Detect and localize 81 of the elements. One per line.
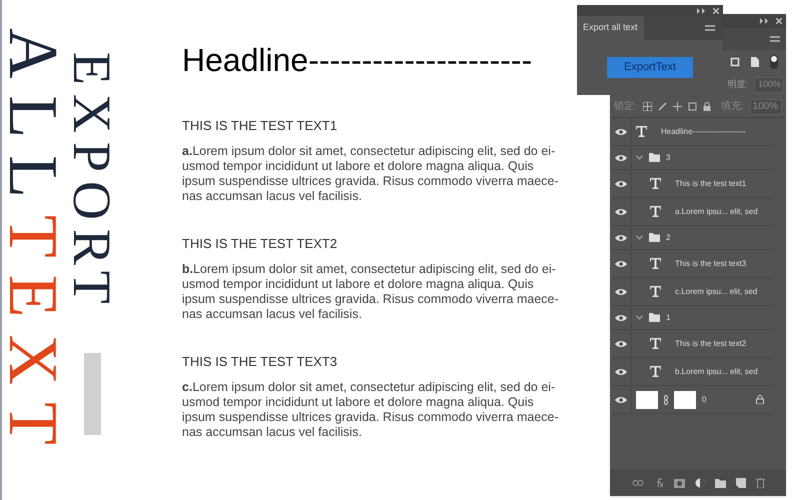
- shape-filter-icon[interactable]: [730, 57, 740, 67]
- eye-icon[interactable]: [614, 234, 626, 242]
- layer-name: 1: [666, 312, 670, 324]
- poster-title: ALL: [4, 28, 60, 216]
- layer-row[interactable]: a.Lorem ipsu... elit, sed: [610, 198, 772, 226]
- close-icon[interactable]: [713, 8, 719, 14]
- layer-name: This is the test text2: [675, 338, 746, 350]
- artboard-icon[interactable]: [688, 102, 697, 111]
- mask-thumbnail: [674, 390, 696, 408]
- layer-name: 0: [702, 394, 708, 406]
- poster-subtitle: EXPORT: [70, 52, 114, 313]
- layer-row[interactable]: This is the test text1: [610, 170, 772, 198]
- smart-object-filter-icon[interactable]: [750, 57, 760, 67]
- eye-icon[interactable]: [614, 180, 626, 188]
- folder-icon: [649, 233, 660, 242]
- eye-icon[interactable]: [614, 208, 626, 216]
- layer-row[interactable]: This is the test text3: [610, 250, 772, 278]
- chevron-icon[interactable]: [636, 155, 643, 160]
- eye-icon[interactable]: [614, 368, 626, 376]
- eye-icon[interactable]: [614, 288, 626, 296]
- chevron-icon[interactable]: [636, 315, 643, 320]
- folder-icon: [649, 153, 660, 162]
- text-layer-icon: [650, 178, 661, 189]
- menu-icon[interactable]: [705, 24, 715, 32]
- new-layer-icon[interactable]: [736, 478, 746, 488]
- chain-icon: [664, 394, 668, 404]
- layer-thumbnail: [636, 390, 658, 408]
- layer-name: This is the test text3: [675, 258, 746, 270]
- text-layer-icon: [636, 126, 647, 137]
- text-layer-icon: [650, 338, 661, 349]
- folder-icon: [649, 313, 660, 322]
- brush-icon[interactable]: [658, 102, 667, 111]
- body-paragraph: b.Lorem ipsum dolor sit amet, consectetur adipiscing elit, sed do ei-usmod tempor incididunt ut labore et dolore magna aliqua. Quis ipsum suspendisse ultrices gravida. Risus commodo viverra maece-nas accumsan lacus vel facilisis.: [182, 262, 560, 322]
- eye-icon[interactable]: [614, 396, 626, 404]
- text-layer-icon: [650, 286, 661, 297]
- layer-row[interactable]: b.Lorem ipsu... elit, sed: [610, 358, 772, 386]
- text-layer-icon: [650, 206, 661, 217]
- trash-icon[interactable]: [756, 478, 764, 488]
- body-paragraph: a.Lorem ipsum dolor sit amet, consectetur adipiscing elit, sed do ei-usmod tempor incididunt ut labore et dolore magna aliqua. Quis ipsum suspendisse ultrices gravida. Risus commodo viverra maece-nas accumsan lacus vel facilisis.: [182, 144, 560, 204]
- layer-name: 3: [666, 152, 670, 164]
- text-layer-icon: [650, 366, 661, 377]
- layer-name: 2: [666, 232, 670, 244]
- mask-icon[interactable]: [674, 478, 684, 488]
- lock-pixels-icon[interactable]: [642, 102, 652, 111]
- text-layer-icon: [650, 258, 661, 269]
- collapse-icon[interactable]: [760, 18, 768, 24]
- layer-row[interactable]: Headline--------------------: [610, 118, 772, 146]
- menu-icon[interactable]: [770, 36, 780, 42]
- body-paragraph: c.Lorem ipsum dolor sit amet, consectetur adipiscing elit, sed do ei-usmod tempor incididunt ut labore et dolore magna aliqua. Quis ipsum suspendisse ultrices gravida. Risus commodo viverra maece-nas accumsan lacus vel facilisis.: [182, 380, 560, 440]
- export-text-button[interactable]: ExportText: [607, 57, 693, 78]
- eye-icon[interactable]: [614, 314, 626, 322]
- eye-icon[interactable]: [614, 128, 626, 136]
- layer-name: Headline--------------------: [661, 126, 746, 138]
- section-heading: THIS IS THE TEST TEXT3: [182, 354, 338, 370]
- layer-name: b.Lorem ipsu... elit, sed: [675, 366, 758, 378]
- headline: Headline---------------------: [182, 41, 534, 80]
- eye-icon[interactable]: [614, 260, 626, 268]
- move-icon[interactable]: [672, 102, 682, 111]
- eye-icon[interactable]: [614, 154, 626, 162]
- adjustment-icon[interactable]: [694, 478, 704, 488]
- link-icon[interactable]: [632, 479, 644, 487]
- layer-name: c.Lorem ipsu... elit, sed: [675, 286, 758, 298]
- section-heading: THIS IS THE TEST TEXT2: [182, 236, 338, 252]
- filter-toggle-icon[interactable]: [770, 55, 778, 69]
- opacity-label: 明度:: [727, 78, 748, 92]
- layer-row[interactable]: 3: [610, 146, 772, 170]
- layer-name: This is the test text1: [675, 178, 746, 190]
- folder-icon[interactable]: [714, 478, 726, 488]
- panel-tab[interactable]: Export all text: [577, 16, 644, 40]
- section-heading: THIS IS THE TEST TEXT1: [182, 118, 338, 134]
- layer-name: a.Lorem ipsu... elit, sed: [675, 206, 758, 218]
- layer-row[interactable]: This is the test text2: [610, 330, 772, 358]
- lock-icon[interactable]: [702, 102, 711, 111]
- layer-row[interactable]: 2: [610, 226, 772, 250]
- close-icon[interactable]: [776, 18, 782, 24]
- layer-row[interactable]: c.Lorem ipsu... elit, sed: [610, 278, 772, 306]
- chevron-icon[interactable]: [636, 235, 643, 240]
- layer-row[interactable]: 0: [610, 386, 772, 414]
- eye-icon[interactable]: [614, 340, 626, 348]
- layer-row[interactable]: 1: [610, 306, 772, 330]
- poster-title: TEXT: [4, 215, 60, 462]
